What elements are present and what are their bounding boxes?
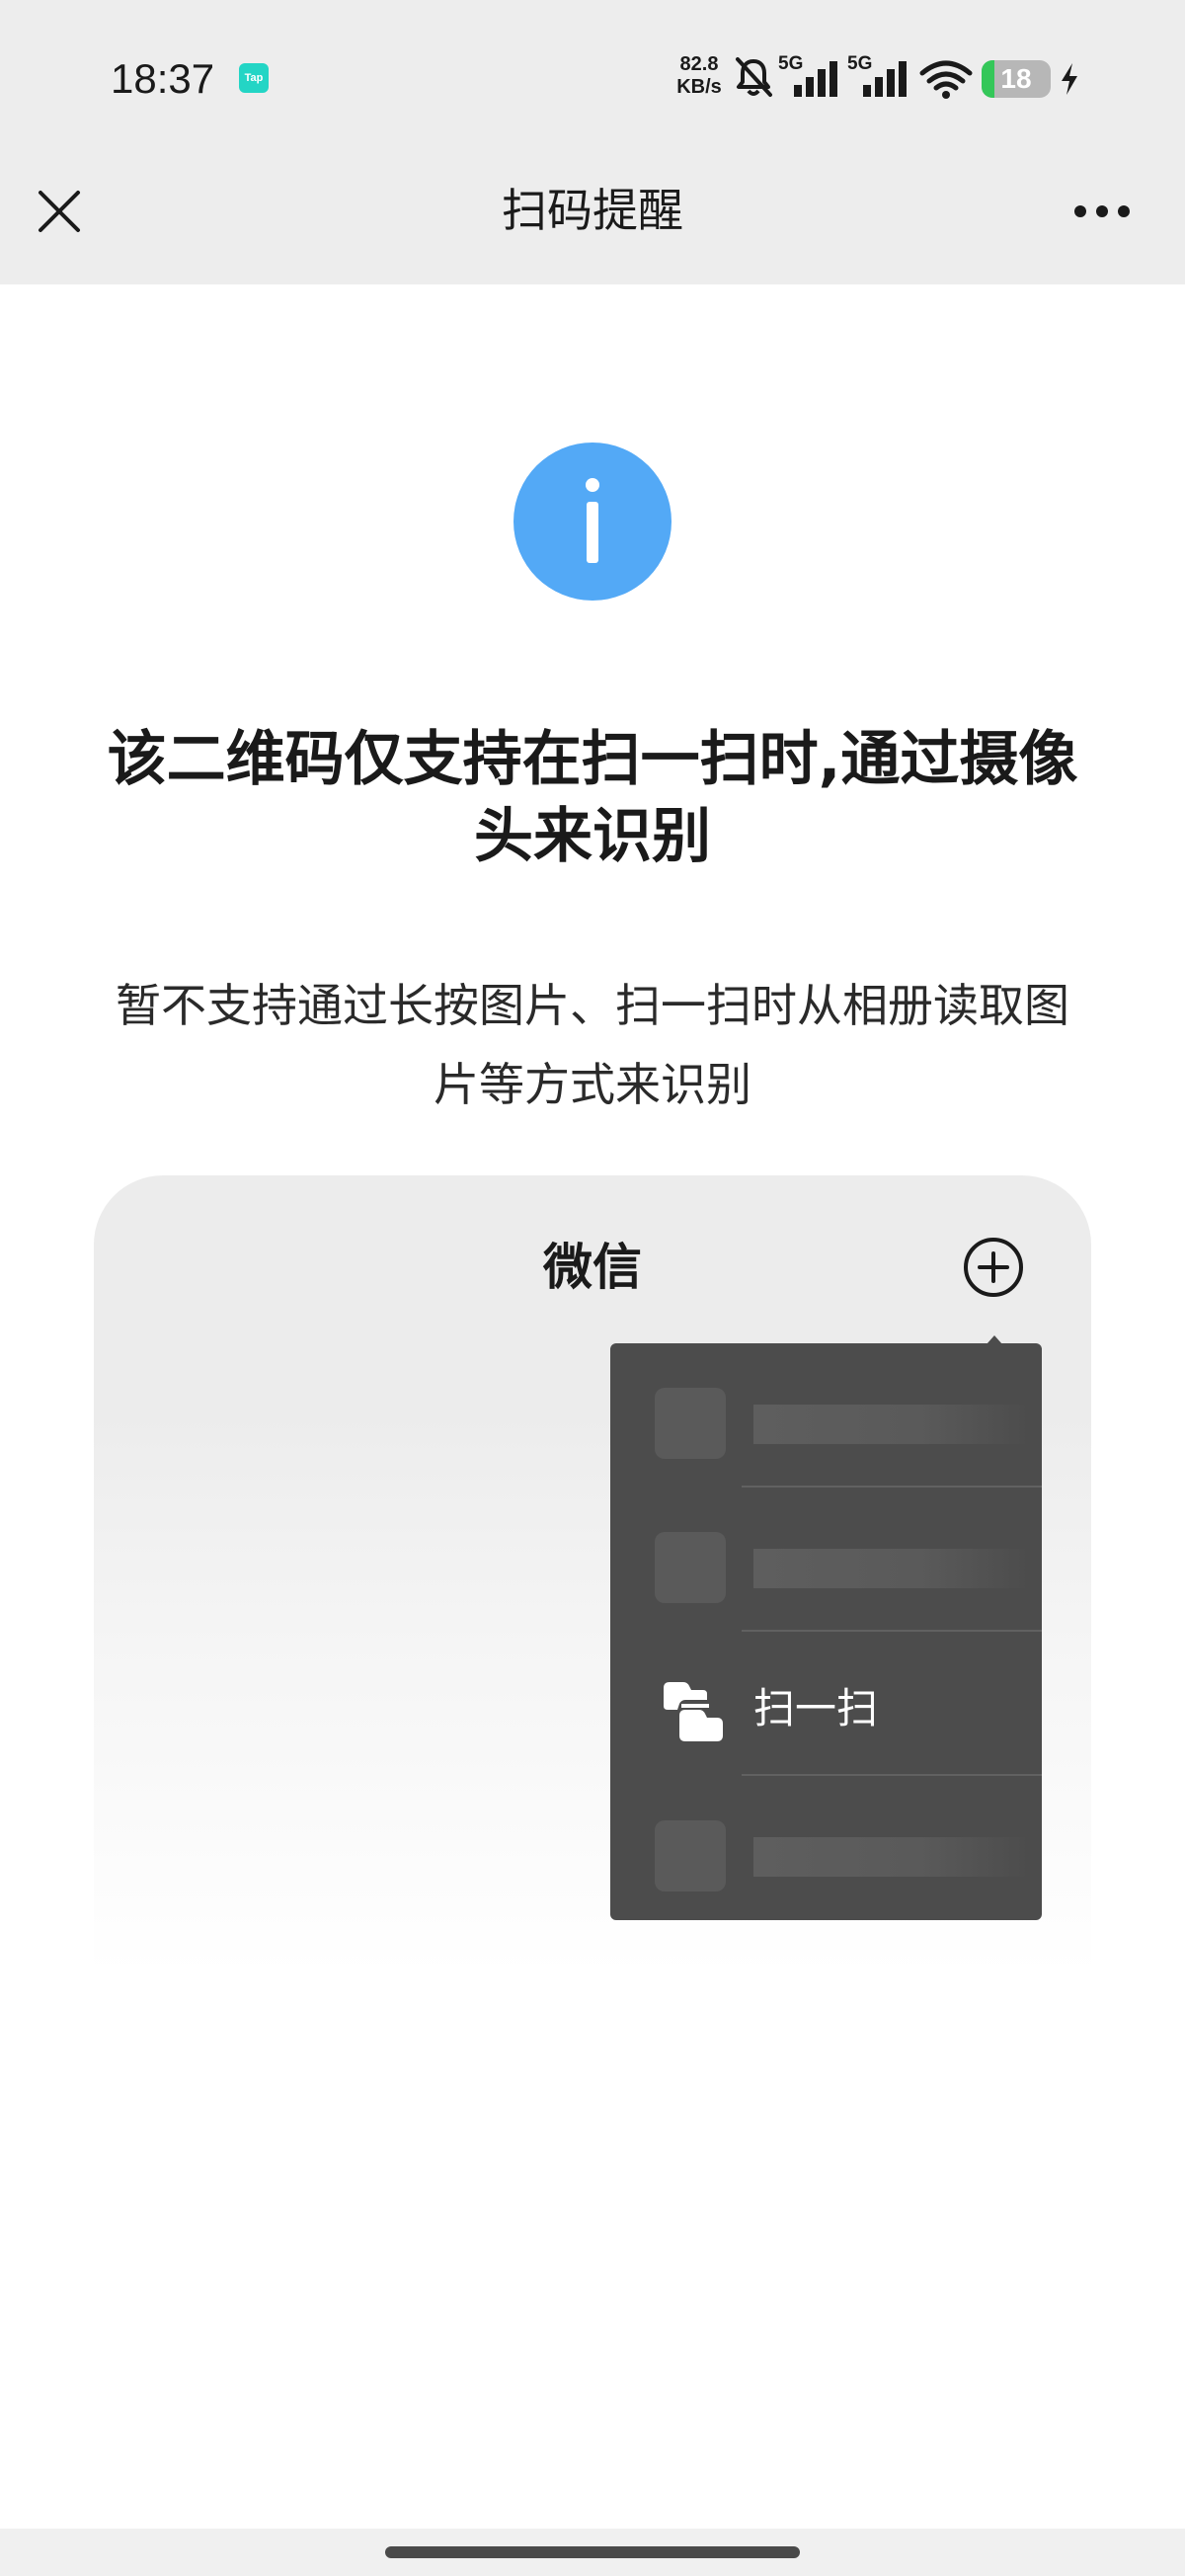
menu-item-scan: 扫一扫 [610, 1632, 1042, 1776]
placeholder-icon [655, 1820, 726, 1892]
more-button[interactable] [1066, 182, 1138, 241]
charging-bolt-icon [1062, 63, 1077, 95]
info-icon-dot [586, 478, 599, 492]
placeholder-label [753, 1405, 1030, 1444]
menu-item-placeholder [610, 1776, 1042, 1920]
page-title: 扫码提醒 [502, 184, 683, 237]
info-icon [514, 443, 672, 601]
illustration-app-title: 微信 [543, 1239, 642, 1296]
placeholder-icon [655, 1532, 726, 1603]
battery-indicator: 18 [982, 60, 1051, 98]
info-icon-bar [587, 502, 598, 563]
home-indicator[interactable] [385, 2546, 800, 2558]
bell-muted-icon [736, 57, 772, 97]
plus-circle-icon [964, 1238, 1023, 1297]
taptap-app-icon: Tap [239, 63, 269, 93]
main-title: 该二维码仅支持在扫一扫时,通过摄像头来识别 [107, 725, 1078, 871]
wifi-icon [919, 60, 973, 99]
placeholder-label [753, 1837, 1030, 1877]
scan-label: 扫一扫 [753, 1684, 879, 1732]
sub-description: 暂不支持通过长按图片、扫一扫时从相册读取图片等方式来识别 [116, 979, 1069, 1111]
dropdown-menu: 扫一扫 [610, 1343, 1042, 1920]
scan-icon [664, 1682, 723, 1741]
placeholder-icon [655, 1388, 726, 1459]
wechat-illustration: 微信 扫一扫 [94, 1175, 1091, 2114]
menu-item-placeholder [610, 1343, 1042, 1488]
status-time: 18:37 [111, 55, 215, 102]
placeholder-label [753, 1549, 1030, 1588]
signal-icon [863, 61, 907, 97]
more-dots-icon [1074, 205, 1130, 217]
status-bar: 18:37 Tap 82.8 KB/s 5G 5G 18 [0, 0, 1185, 148]
network-speed-value: 82.8 [679, 53, 719, 75]
network-speed: 82.8 KB/s [672, 53, 727, 99]
signal-icon [794, 61, 837, 97]
network-speed-unit: KB/s [676, 76, 722, 98]
menu-item-placeholder [610, 1488, 1042, 1632]
navigation-bar: 扫码提醒 [0, 148, 1185, 284]
battery-level: 18 [1000, 63, 1032, 94]
